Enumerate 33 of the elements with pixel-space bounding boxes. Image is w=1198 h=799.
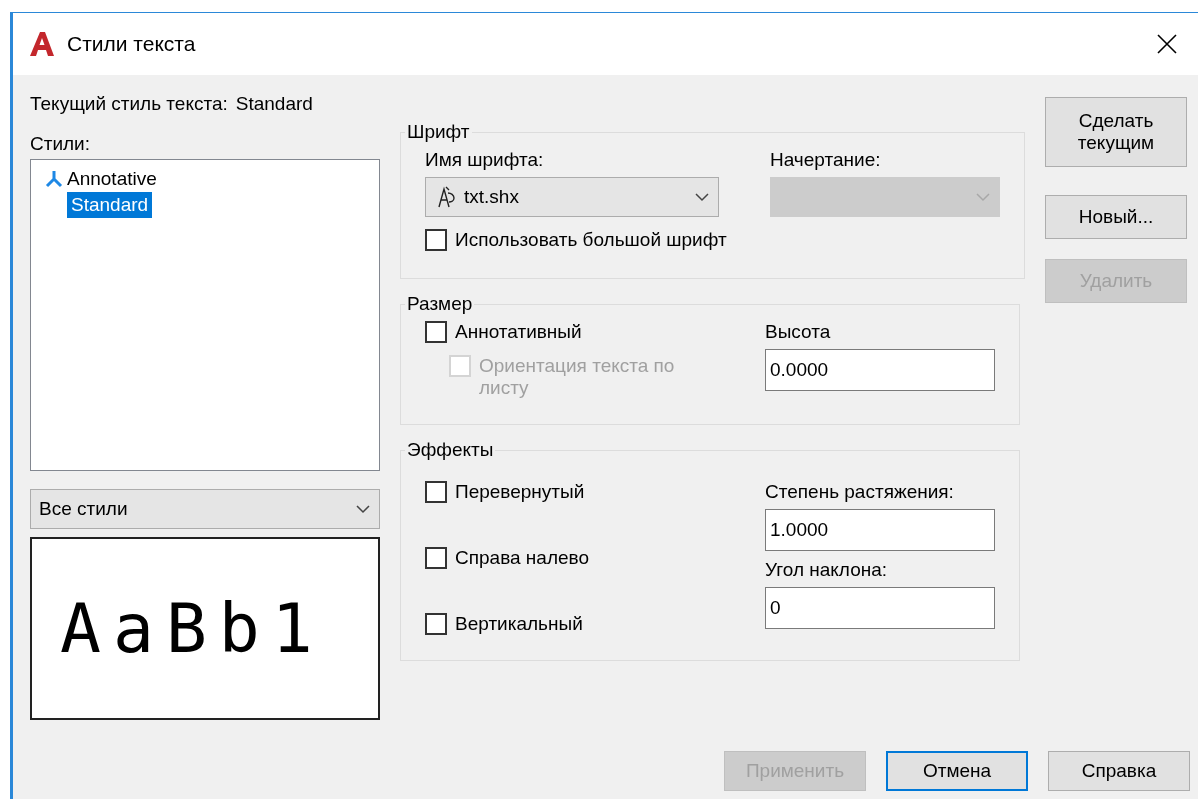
font-style-label: Начертание:	[770, 149, 882, 171]
dialog-button[interactable]: Отмена	[886, 751, 1028, 791]
annotative-icon	[45, 170, 63, 188]
window-title: Стили текста	[67, 32, 197, 56]
current-style-value: Standard	[235, 93, 313, 115]
checkbox[interactable]: Справа налево	[425, 547, 725, 569]
chevron-down-icon	[975, 192, 991, 202]
styles-label: Стили:	[30, 133, 91, 155]
style-filter-dropdown[interactable]: Все стили	[30, 489, 380, 529]
effect-field-label: Угол наклона:	[765, 559, 889, 581]
effects-group: Эффекты Перевернутый Справа налево Вертикальный Степень растяжения: 1.0000 Угол наклона: 0	[400, 439, 1020, 661]
effect-input-field[interactable]: 1.0000	[765, 509, 995, 551]
app-logo-icon	[29, 31, 55, 57]
height-label: Высота	[765, 321, 832, 343]
checkbox[interactable]: Использовать большой шрифт	[425, 229, 1000, 251]
effect-field-label: Степень растяжения:	[765, 481, 955, 503]
current-style-label: Текущий стиль текста:	[30, 93, 228, 115]
style-list-item[interactable]: Standard	[67, 192, 153, 218]
text-preview: AaBb1	[30, 537, 380, 720]
checkbox[interactable]: Вертикальный	[425, 613, 725, 635]
checkbox[interactable]: Перевернутый	[425, 481, 725, 503]
checkbox[interactable]: Аннотативный	[425, 321, 725, 343]
side-action-button[interactable]: Сделать текущим	[1045, 97, 1187, 167]
chevron-down-icon	[355, 504, 371, 514]
side-action-button[interactable]: Новый...	[1045, 195, 1187, 239]
height-field[interactable]: 0.0000	[765, 349, 995, 391]
chevron-down-icon	[694, 192, 710, 202]
effect-input-field[interactable]: 0	[765, 587, 995, 629]
font-name-dropdown[interactable]: txt.shx	[425, 177, 719, 217]
font-group: Шрифт Имя шрифта: txt.shx Начертание: Использовать большой шрифт	[400, 121, 1025, 279]
font-name-label: Имя шрифта:	[425, 149, 545, 171]
style-list-item[interactable]: Annotative	[41, 166, 161, 192]
dialog-button[interactable]: Справка	[1048, 751, 1190, 791]
